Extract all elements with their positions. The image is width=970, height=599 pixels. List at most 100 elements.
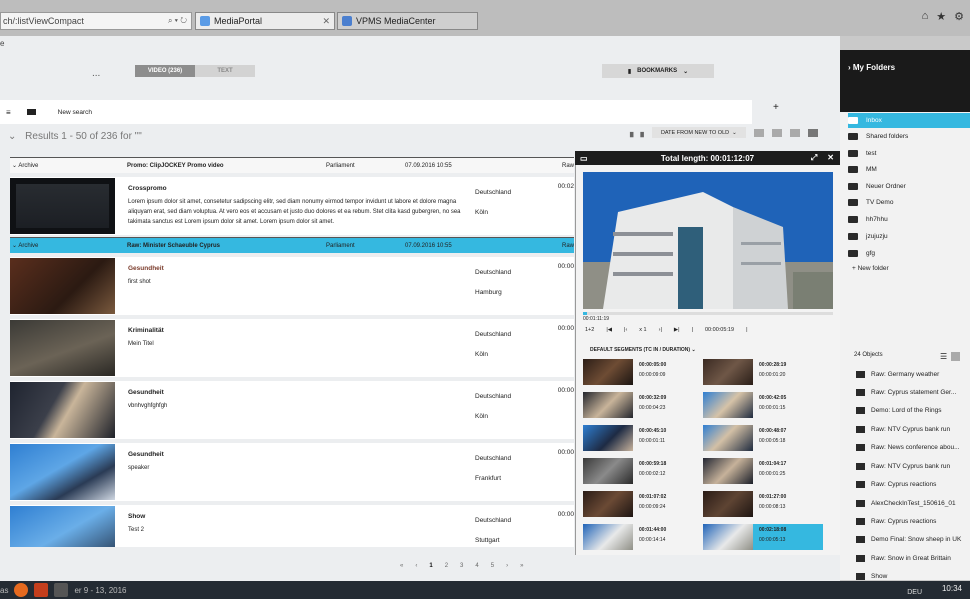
page-2[interactable]: 2 xyxy=(445,563,448,569)
gear-icon[interactable]: ⚙ xyxy=(954,10,964,23)
object-item[interactable]: Raw: NTV Cyprus bank run xyxy=(856,463,970,470)
mark-in-icon[interactable]: | xyxy=(692,327,693,333)
grid-view-icon[interactable] xyxy=(789,128,800,137)
menu-fragment[interactable]: e xyxy=(0,39,4,48)
address-bar[interactable]: ch/:listViewCompact ⌕ ▾ ↻ xyxy=(0,12,192,30)
segment-item[interactable]: 00:00:05:00 00:00:09:09 xyxy=(583,359,703,385)
step-back-icon[interactable]: |‹ xyxy=(624,327,627,333)
page-4[interactable]: 4 xyxy=(475,563,478,569)
result-row-header[interactable]: ⌄ Archive Promo: ClipJOCKEY Promo video … xyxy=(10,157,574,173)
segment-item[interactable]: 00:00:32:09 00:00:04:23 xyxy=(583,392,703,418)
app-window-icon[interactable] xyxy=(54,583,69,597)
list-item[interactable]: Gesundheit first shot Deutschland Hambur… xyxy=(10,257,574,315)
grid-view-icon[interactable] xyxy=(951,352,961,361)
object-item[interactable]: AlexCheckInTest_150616_01 xyxy=(856,500,970,507)
page-1[interactable]: 1 xyxy=(429,563,432,569)
folder-gfg[interactable]: gfg xyxy=(848,246,970,261)
video-camera-icon[interactable] xyxy=(26,109,36,115)
object-item[interactable]: Raw: Germany weather xyxy=(856,371,970,378)
segment-item[interactable]: 00:00:28:19 00:00:01:20 xyxy=(703,359,823,385)
add-button[interactable]: + xyxy=(773,102,779,113)
video-frame[interactable] xyxy=(583,172,833,309)
tile-view-icon[interactable] xyxy=(807,128,818,137)
list-view-icon[interactable] xyxy=(753,128,764,137)
segment-item[interactable]: 00:01:07:02 00:00:09:24 xyxy=(583,491,703,517)
close-icon[interactable]: ✕ xyxy=(322,16,330,27)
mark-out-icon[interactable]: | xyxy=(746,327,747,333)
list-item[interactable]: Show Test 2 Deutschland Stuttgart 00:00 xyxy=(10,505,574,547)
more-menu[interactable]: ... xyxy=(92,68,100,79)
last-page-button[interactable]: » xyxy=(520,563,523,569)
object-item[interactable]: Demo: Lord of the Rings xyxy=(856,407,970,414)
object-item[interactable]: Raw: Cyprus reactions xyxy=(856,481,970,488)
first-page-button[interactable]: « xyxy=(400,563,403,569)
object-item[interactable]: Raw: NTV Cyprus bank run xyxy=(856,426,970,433)
skip-forward-icon[interactable]: ▶| xyxy=(674,327,680,333)
list-item[interactable]: Kriminalität Mein Titel Deutschland Köln… xyxy=(10,319,574,377)
chevron-down-icon[interactable]: ⌄ xyxy=(8,131,16,142)
expand-icon[interactable]: ⤢ xyxy=(811,153,817,163)
folder-test[interactable]: test xyxy=(848,146,970,161)
menu-icon[interactable]: ≡ xyxy=(6,108,11,117)
segment-item-selected[interactable]: 00:02:18:08 00:00:05:13 xyxy=(703,524,823,550)
step-forward-icon[interactable]: ›| xyxy=(659,327,662,333)
list-view-icon[interactable]: ☰ xyxy=(940,352,947,361)
object-item[interactable]: Demo Final: Snow sheep in UK xyxy=(856,536,970,543)
segment-item[interactable]: 00:00:59:18 00:00:02:12 xyxy=(583,458,703,484)
prev-page-button[interactable]: ‹ xyxy=(415,563,417,569)
next-page-button[interactable]: › xyxy=(506,563,508,569)
result-row-header-selected[interactable]: ⌄ Archive Raw: Minister Schaeuble Cyprus… xyxy=(10,237,574,253)
language-indicator[interactable]: DEU xyxy=(907,589,922,596)
folder-tv-demo[interactable]: TV Demo xyxy=(848,195,970,210)
tab-video[interactable]: VIDEO (236) xyxy=(135,65,195,77)
folder-mm[interactable]: MM xyxy=(848,162,970,177)
segment-item[interactable]: 00:01:44:00 00:00:14:14 xyxy=(583,524,703,550)
speed-display[interactable]: x 1 xyxy=(639,327,646,333)
chart-icon[interactable]: ▖▗ xyxy=(630,127,644,138)
home-icon[interactable]: ⌂ xyxy=(922,10,929,23)
segment-item[interactable]: 00:01:27:00 00:00:08:13 xyxy=(703,491,823,517)
segment-item[interactable]: 00:00:42:05 00:00:01:15 xyxy=(703,392,823,418)
object-item[interactable]: Raw: Cyprus reactions xyxy=(856,518,970,525)
segments-header[interactable]: DEFAULT SEGMENTS (TC IN / DURATION) ⌄ xyxy=(590,347,696,353)
folder-inbox[interactable]: Inbox xyxy=(848,113,970,128)
page-5[interactable]: 5 xyxy=(491,563,494,569)
firefox-icon[interactable] xyxy=(14,583,29,597)
object-item[interactable]: Raw: Snow in Great Brittain xyxy=(856,555,970,562)
new-search-link[interactable]: New search xyxy=(58,109,92,116)
timeline-scrubber[interactable] xyxy=(583,312,833,315)
close-icon[interactable]: ✕ xyxy=(827,153,834,163)
compact-view-icon[interactable] xyxy=(771,128,782,137)
folder-shared[interactable]: Shared folders xyxy=(848,129,970,144)
tab-text[interactable]: TEXT xyxy=(195,65,255,77)
folder-hh7hhu[interactable]: hh7hhu xyxy=(848,212,970,227)
search-icon[interactable]: ⌕ ▾ ↻ xyxy=(168,16,187,26)
taskbar-left-text: as xyxy=(0,585,9,595)
star-icon[interactable]: ★ xyxy=(936,10,946,23)
bookmarks-dropdown[interactable]: ▮ BOOKMARKS ⌄ xyxy=(602,64,714,78)
tab-mediaportal[interactable]: MediaPortal ✕ xyxy=(195,12,335,30)
new-folder-button[interactable]: + New folder xyxy=(852,265,889,272)
object-item[interactable]: Raw: News conference abou... xyxy=(856,444,970,451)
segment-item[interactable]: 00:00:48:07 00:00:05:18 xyxy=(703,425,823,451)
folder-label: Inbox xyxy=(866,117,882,124)
skip-back-icon[interactable]: |◀ xyxy=(606,327,612,333)
clock[interactable]: 10:34 xyxy=(942,584,962,593)
tab-vpms-mediacenter[interactable]: VPMS MediaCenter xyxy=(337,12,478,30)
my-folders-header[interactable]: › My Folders xyxy=(840,50,970,112)
my-folders-title: My Folders xyxy=(852,63,896,72)
list-item[interactable]: Gesundheit vbnhvghfghfgh Deutschland Köl… xyxy=(10,381,574,439)
sort-dropdown[interactable]: DATE FROM NEW TO OLD ⌄ xyxy=(651,127,746,138)
object-item[interactable]: Raw: Cyprus statement Ger... xyxy=(856,389,970,396)
list-item[interactable]: Crosspromo Lorem ipsum dolor sit amet, c… xyxy=(10,177,574,235)
folder-jzujuzju[interactable]: jzujuzju xyxy=(848,229,970,244)
folder-neuer-ordner[interactable]: Neuer Ordner xyxy=(848,179,970,194)
list-item[interactable]: Gesundheit speaker Deutschland Frankfurt… xyxy=(10,443,574,501)
powerpoint-icon[interactable] xyxy=(34,583,49,597)
segment-item[interactable]: 00:00:45:10 00:00:01:11 xyxy=(583,425,703,451)
speed-ratio[interactable]: 1+2 xyxy=(585,327,594,333)
object-item[interactable]: Show xyxy=(856,573,970,580)
page-3[interactable]: 3 xyxy=(460,563,463,569)
window-icon[interactable]: ▭ xyxy=(580,154,588,163)
segment-item[interactable]: 00:01:04:17 00:00:01:25 xyxy=(703,458,823,484)
